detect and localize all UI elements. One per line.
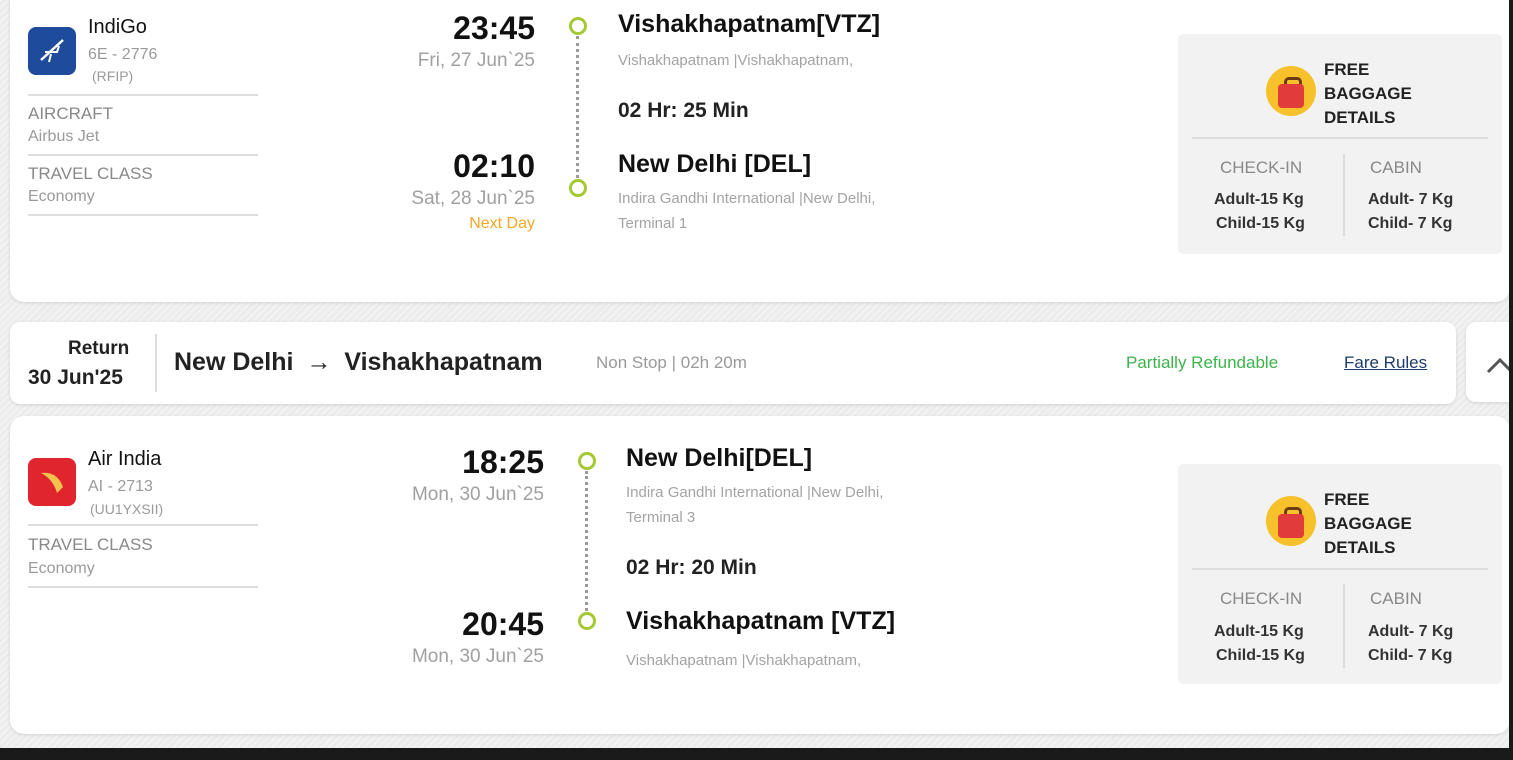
checkin-adult: Adult-15 Kg — [1214, 623, 1304, 640]
baggage-title-1: FREE — [1324, 60, 1370, 79]
chevron-up-icon — [1486, 357, 1509, 374]
baggage-icon — [1266, 66, 1316, 116]
arrival-city: Vishakhapatnam [VTZ] — [626, 607, 896, 635]
fare-code: (RFIP) — [92, 68, 134, 84]
departure-time: 18:25 — [462, 444, 544, 480]
departure-airport: Indira Gandhi International |New Delhi, — [626, 484, 884, 501]
divider — [155, 334, 157, 392]
cabin-adult: Adult- 7 Kg — [1368, 623, 1454, 640]
next-day-label: Next Day — [469, 215, 535, 232]
checkin-child: Child-15 Kg — [1216, 647, 1305, 664]
departure-date: Fri, 27 Jun`25 — [417, 50, 535, 71]
air-india-logo-icon — [28, 458, 76, 506]
checkin-label: CHECK-IN — [1220, 589, 1303, 608]
departure-dot — [569, 17, 587, 35]
arrival-time: 20:45 — [462, 606, 544, 642]
checkin-child: Child-15 Kg — [1216, 215, 1305, 232]
arrival-time: 02:10 — [453, 148, 535, 184]
fare-rules-link[interactable]: Fare Rules — [1344, 353, 1427, 373]
arrival-dot — [578, 612, 596, 630]
route-to: Vishakhapatnam — [344, 348, 543, 376]
travel-class-value: Economy — [28, 560, 95, 577]
outbound-flight-card: IndiGo 6E - 2776 (RFIP) AIRCRAFT Airbus … — [10, 0, 1509, 302]
baggage-panel[interactable]: FREE BAGGAGE DETAILS CHECK-IN CABIN Adul… — [1178, 34, 1502, 254]
divider — [28, 586, 258, 588]
divider — [1343, 154, 1345, 236]
flight-details-frame: IndiGo 6E - 2776 (RFIP) AIRCRAFT Airbus … — [0, 0, 1509, 748]
arrival-airport: Indira Gandhi International |New Delhi, — [618, 190, 876, 207]
checkin-label: CHECK-IN — [1220, 158, 1303, 177]
departure-airport: Vishakhapatnam |Vishakhapatnam, — [618, 52, 854, 69]
baggage-title-3: DETAILS — [1324, 538, 1396, 557]
arrival-date: Sat, 28 Jun`25 — [411, 188, 535, 209]
baggage-icon — [1266, 496, 1316, 546]
cabin-label: CABIN — [1370, 158, 1422, 177]
divider — [28, 154, 258, 156]
timeline-line — [576, 36, 579, 178]
arrival-city: New Delhi [DEL] — [618, 150, 812, 178]
airline-name: Air India — [88, 448, 162, 470]
fare-code: (UU1YXSII) — [90, 501, 164, 517]
baggage-panel[interactable]: FREE BAGGAGE DETAILS CHECK-IN CABIN Adul… — [1178, 464, 1502, 684]
travel-class-value: Economy — [28, 188, 95, 205]
divider — [1192, 568, 1488, 570]
cabin-child: Child- 7 Kg — [1368, 215, 1453, 232]
aircraft-label: AIRCRAFT — [28, 104, 113, 123]
flight-duration: 02 Hr: 20 Min — [626, 556, 757, 579]
refund-status: Partially Refundable — [1126, 353, 1279, 372]
baggage-title-2: BAGGAGE — [1324, 514, 1412, 533]
departure-terminal: Terminal 3 — [626, 509, 696, 526]
flight-number: AI - 2713 — [88, 478, 153, 495]
departure-city: New Delhi[DEL] — [626, 444, 813, 472]
baggage-title-1: FREE — [1324, 490, 1370, 509]
arrival-airport: Vishakhapatnam |Vishakhapatnam, — [626, 652, 862, 669]
cabin-adult: Adult- 7 Kg — [1368, 191, 1454, 208]
flight-number: 6E - 2776 — [88, 46, 158, 63]
inbound-flight-card: Air India AI - 2713 (UU1YXSII) TRAVEL CL… — [10, 416, 1509, 734]
route: New Delhi → Vishakhapatnam — [174, 348, 543, 377]
arrow-right-icon: → — [306, 348, 332, 376]
baggage-title-2: BAGGAGE — [1324, 84, 1412, 103]
cabin-child: Child- 7 Kg — [1368, 647, 1453, 664]
return-label: Return — [68, 338, 130, 359]
bag-body — [1278, 84, 1304, 108]
departure-dot — [578, 452, 596, 470]
cabin-label: CABIN — [1370, 589, 1422, 608]
return-summary-bar[interactable]: Return 30 Jun'25 New Delhi → Vishakhapat… — [10, 322, 1456, 404]
bag-body — [1278, 514, 1304, 538]
divider — [28, 214, 258, 216]
departure-time: 23:45 — [453, 10, 535, 46]
indigo-logo-icon — [28, 27, 76, 75]
travel-class-label: TRAVEL CLASS — [28, 164, 153, 183]
collapse-button[interactable] — [1466, 322, 1509, 402]
departure-city: Vishakhapatnam[VTZ] — [618, 10, 881, 38]
stops-info: Non Stop | 02h 20m — [596, 353, 747, 372]
flight-duration: 02 Hr: 25 Min — [618, 99, 749, 122]
arrival-dot — [569, 179, 587, 197]
divider — [28, 94, 258, 96]
timeline-line — [585, 471, 588, 611]
arrival-terminal: Terminal 1 — [618, 215, 688, 232]
return-date: 30 Jun'25 — [28, 366, 123, 389]
departure-date: Mon, 30 Jun`25 — [411, 484, 544, 505]
divider — [1192, 137, 1488, 139]
airline-name: IndiGo — [88, 16, 147, 38]
divider — [1343, 584, 1345, 668]
route-from: New Delhi — [174, 348, 294, 376]
baggage-title-3: DETAILS — [1324, 108, 1396, 127]
checkin-adult: Adult-15 Kg — [1214, 191, 1304, 208]
divider — [28, 524, 258, 526]
aircraft-value: Airbus Jet — [28, 128, 100, 145]
arrival-date: Mon, 30 Jun`25 — [411, 646, 544, 667]
travel-class-label: TRAVEL CLASS — [28, 535, 153, 554]
